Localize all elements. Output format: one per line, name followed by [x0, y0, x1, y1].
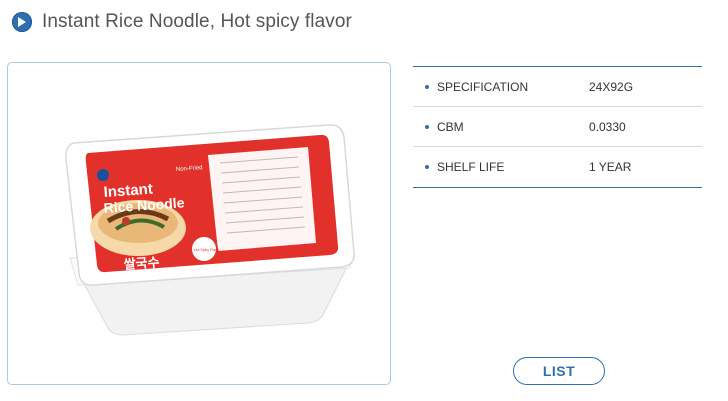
- spec-label: SHELF LIFE: [437, 160, 505, 174]
- spec-row-shelf-life: SHELF LIFE 1 YEAR: [413, 147, 702, 187]
- spec-value: 24X92G: [589, 79, 634, 94]
- list-button[interactable]: LIST: [513, 357, 605, 385]
- page-header: Instant Rice Noodle, Hot spicy flavor: [12, 10, 352, 34]
- bullet-icon: [425, 84, 429, 89]
- spec-label: SPECIFICATION: [437, 79, 529, 94]
- page-title: Instant Rice Noodle, Hot spicy flavor: [42, 11, 352, 32]
- play-circle-icon: [12, 12, 32, 32]
- spec-label: CBM: [437, 119, 464, 134]
- noodle-package-illustration: Instant Rice Noodle Non-Fried 쌀국수 Hot Sp…: [65, 124, 355, 336]
- package-text-korean: 쌀국수: [123, 255, 160, 273]
- spec-value: 0.0330: [589, 119, 626, 134]
- bullet-icon: [425, 124, 429, 129]
- spec-value: 1 YEAR: [589, 160, 632, 174]
- specification-table: SPECIFICATION 24X92G CBM 0.0330 SHELF LI…: [413, 66, 702, 188]
- spec-row-specification: SPECIFICATION 24X92G: [413, 67, 702, 107]
- spec-row-cbm: CBM 0.0330: [413, 107, 702, 147]
- bullet-icon: [425, 165, 429, 169]
- product-image: Instant Rice Noodle Non-Fried 쌀국수 Hot Sp…: [7, 62, 391, 385]
- package-text-hot-spicy: Hot Spicy Flavor: [194, 248, 221, 252]
